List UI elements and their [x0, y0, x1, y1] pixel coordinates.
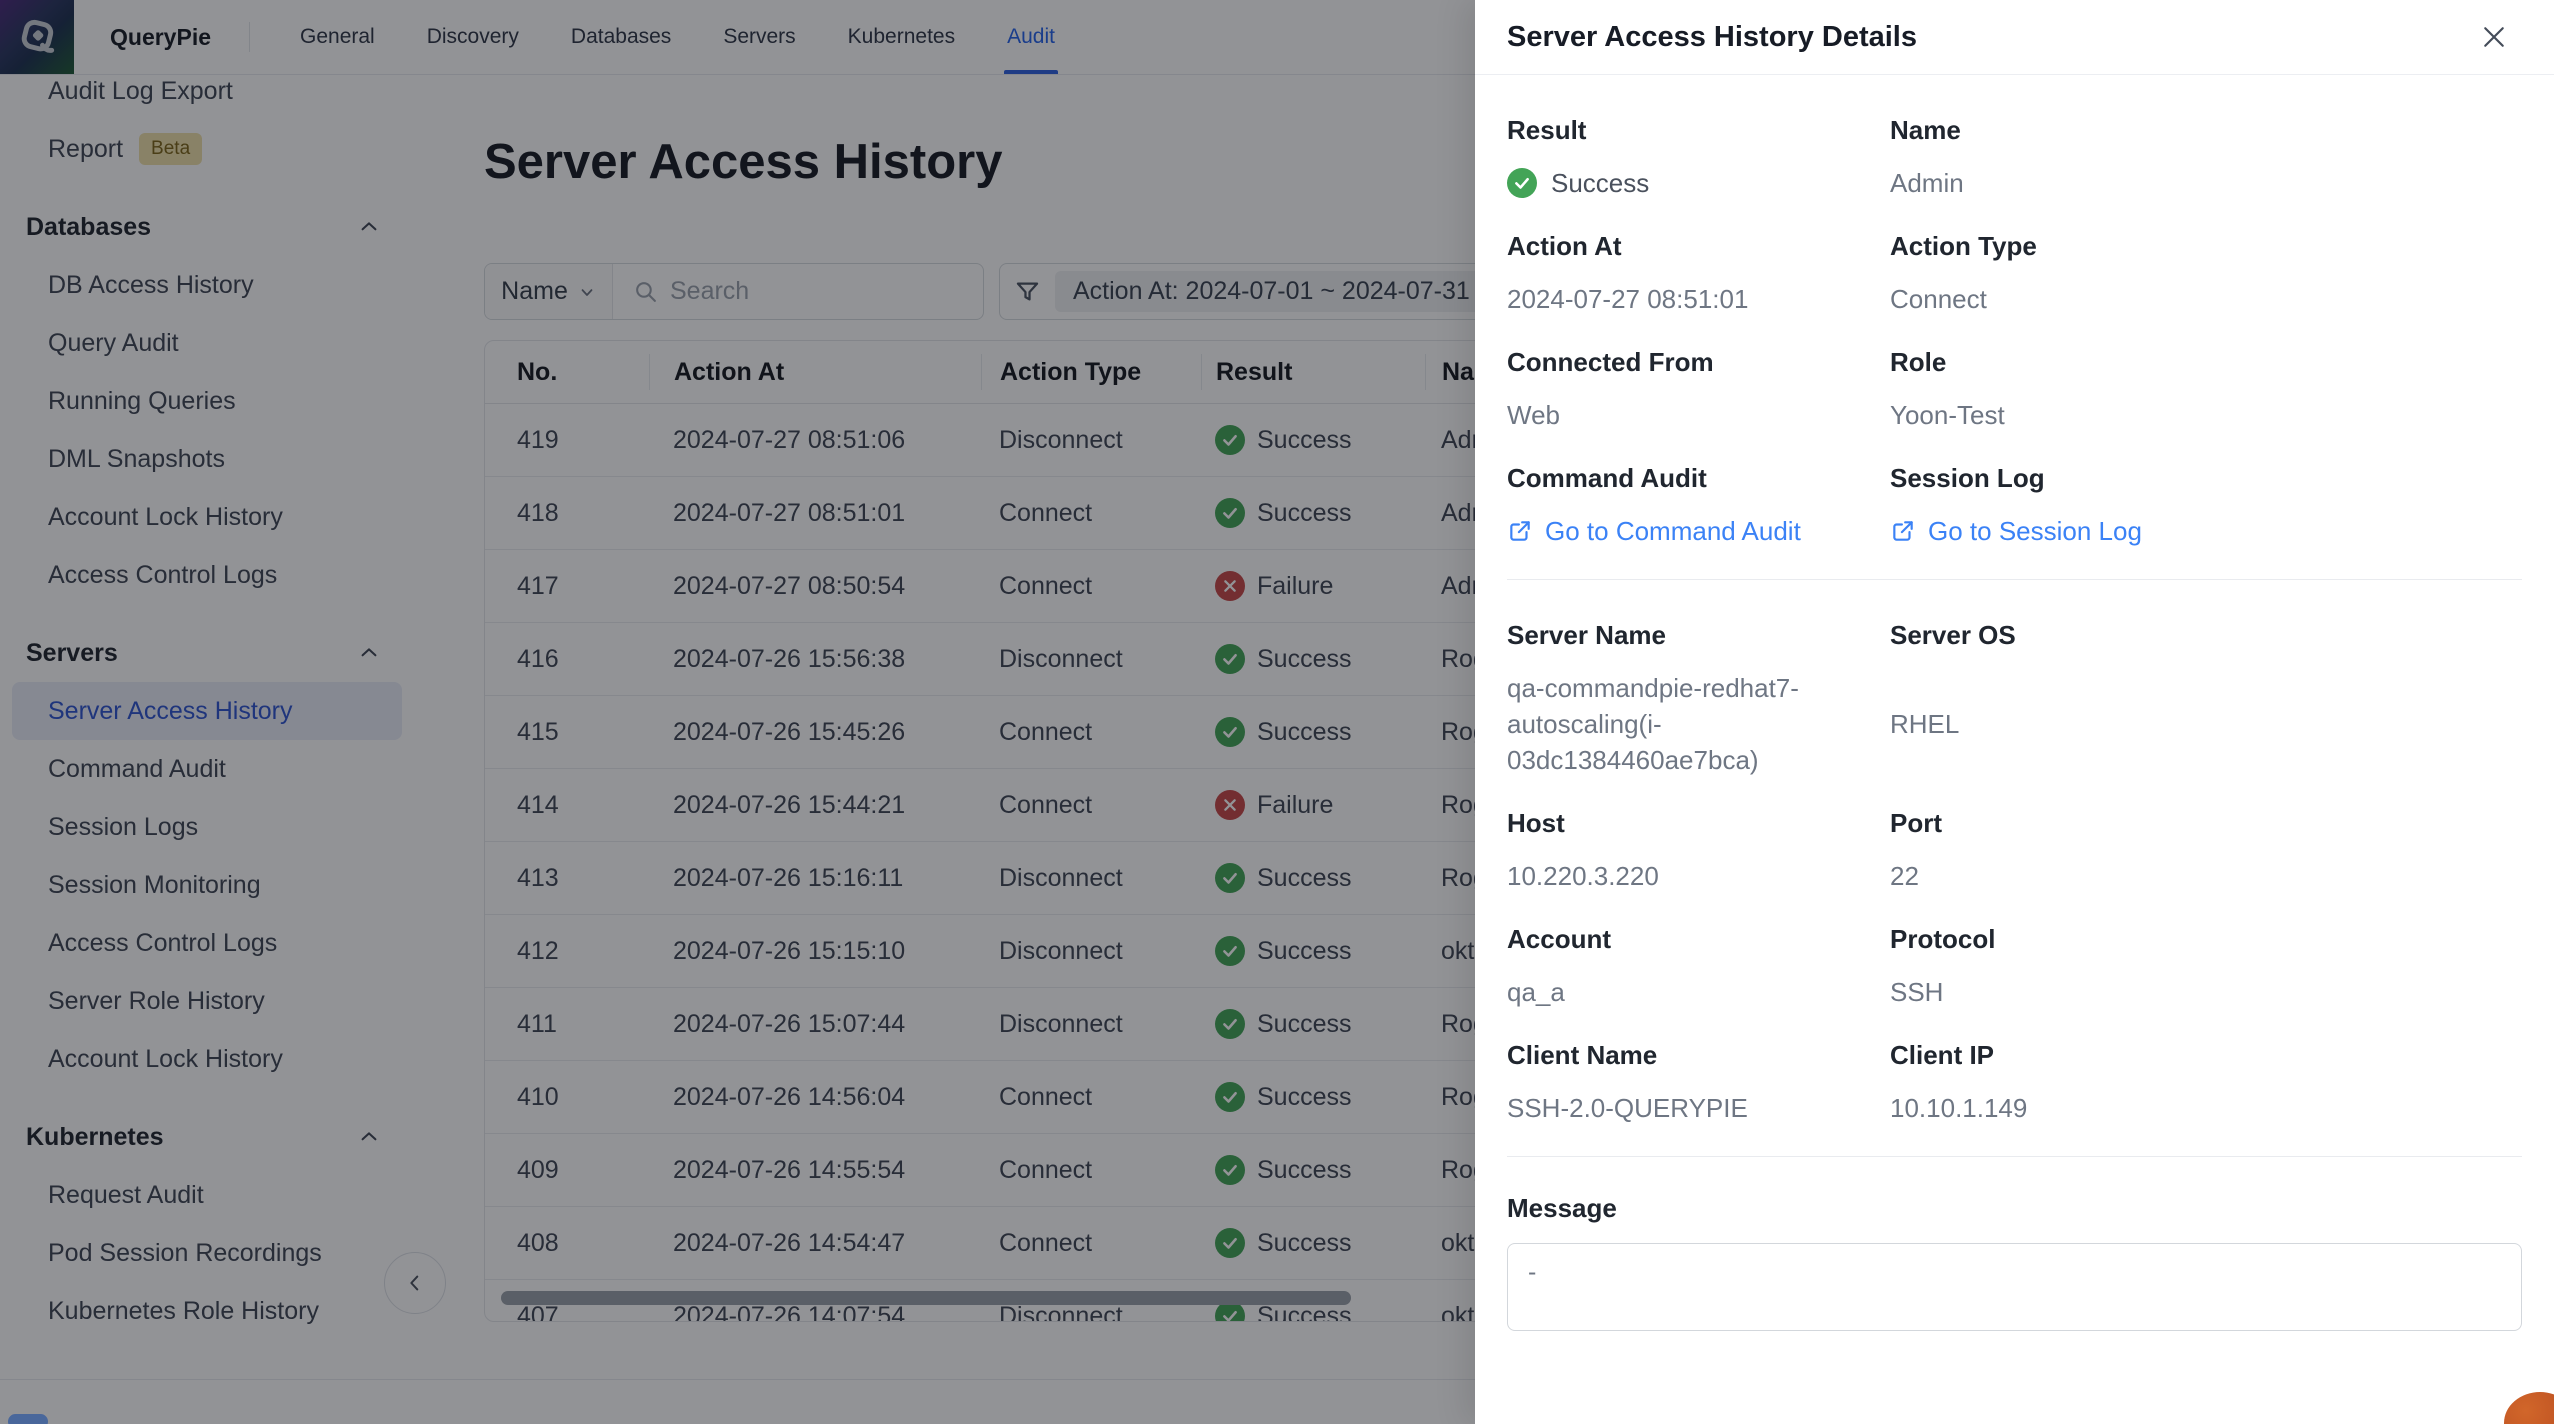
detail-field-client-name: Client Name SSH-2.0-QUERYPIE — [1507, 1040, 1890, 1126]
detail-field-label: Action At — [1507, 231, 1890, 261]
detail-field-value: 10.10.1.149 — [1890, 1090, 2522, 1126]
detail-field-label: Connected From — [1507, 347, 1890, 377]
close-icon[interactable] — [2474, 17, 2514, 57]
message-box: - — [1507, 1243, 2522, 1331]
detail-field-value: Success — [1507, 165, 1890, 201]
detail-field-value: qa-commandpie-redhat7-autoscaling(i-03dc… — [1507, 670, 1890, 778]
detail-field-label: Name — [1890, 115, 2522, 145]
detail-field-value: Yoon-Test — [1890, 397, 2522, 433]
detail-field-row: Client Name SSH-2.0-QUERYPIE Client IP 1… — [1507, 1040, 2522, 1126]
detail-field-port: Port 22 — [1890, 808, 2522, 894]
detail-field-value: SSH — [1890, 974, 2522, 1010]
detail-field-name: Name Admin — [1890, 115, 2522, 201]
detail-field-label: Session Log — [1890, 463, 2522, 493]
detail-field-connected-from: Connected From Web — [1507, 347, 1890, 433]
detail-field-account: Account qa_a — [1507, 924, 1890, 1010]
detail-field-label: Server OS — [1890, 620, 2522, 650]
detail-field-label: Port — [1890, 808, 2522, 838]
detail-field-value: 2024-07-27 08:51:01 — [1507, 281, 1890, 317]
external-link-icon — [1507, 518, 1533, 544]
detail-field-row: Server Name qa-commandpie-redhat7-autosc… — [1507, 620, 2522, 778]
detail-field-result: Result Success — [1507, 115, 1890, 201]
external-link-icon — [1890, 518, 1916, 544]
detail-field-value: Connect — [1890, 281, 2522, 317]
detail-field-server-os: Server OS RHEL — [1890, 620, 2522, 778]
detail-field-label: Result — [1507, 115, 1890, 145]
details-drawer: Server Access History Details Result Suc… — [1475, 0, 2554, 1424]
detail-field-value: RHEL — [1890, 706, 2522, 742]
detail-field-value: Web — [1507, 397, 1890, 433]
detail-field-command-audit: Command Audit Go to Command Audit — [1507, 463, 1890, 549]
drawer-title: Server Access History Details — [1507, 21, 1917, 54]
detail-field-label: Protocol — [1890, 924, 2522, 954]
message-label: Message — [1507, 1193, 2522, 1223]
detail-field-label: Account — [1507, 924, 1890, 954]
detail-field-label: Role — [1890, 347, 2522, 377]
detail-link[interactable]: Go to Command Audit — [1507, 513, 1820, 549]
section-divider — [1507, 1156, 2522, 1157]
detail-field-label: Action Type — [1890, 231, 2522, 261]
detail-field-row: Result Success Name Admin — [1507, 115, 2522, 201]
detail-field-action-type: Action Type Connect — [1890, 231, 2522, 317]
section-divider — [1507, 579, 2522, 580]
detail-field-protocol: Protocol SSH — [1890, 924, 2522, 1010]
detail-link[interactable]: Go to Session Log — [1890, 513, 2452, 549]
detail-field-row: Command Audit Go to Command Audit Sessio… — [1507, 463, 2522, 549]
detail-field-value: Go to Command Audit — [1507, 513, 1890, 549]
detail-field-session-log: Session Log Go to Session Log — [1890, 463, 2522, 549]
detail-field-label: Server Name — [1507, 620, 1890, 650]
app-window: QueryPie General Discovery Databases Ser… — [0, 0, 2554, 1424]
detail-field-action-at: Action At 2024-07-27 08:51:01 — [1507, 231, 1890, 317]
detail-field-client-ip: Client IP 10.10.1.149 — [1890, 1040, 2522, 1126]
detail-field-server-name: Server Name qa-commandpie-redhat7-autosc… — [1507, 620, 1890, 778]
drawer-body: Result Success Name Admin Acti — [1475, 115, 2554, 1331]
detail-field-row: Account qa_a Protocol SSH — [1507, 924, 2522, 1010]
detail-field-label: Client IP — [1890, 1040, 2522, 1070]
detail-field-label: Client Name — [1507, 1040, 1890, 1070]
detail-field-host: Host 10.220.3.220 — [1507, 808, 1890, 894]
detail-field-row: Connected From Web Role Yoon-Test — [1507, 347, 2522, 433]
detail-server-fields: Server Name qa-commandpie-redhat7-autosc… — [1507, 620, 2522, 1126]
detail-field-role: Role Yoon-Test — [1890, 347, 2522, 433]
detail-field-label: Host — [1507, 808, 1890, 838]
detail-field-value: 22 — [1890, 858, 2522, 894]
check-icon — [1507, 168, 1537, 198]
detail-field-value: 10.220.3.220 — [1507, 858, 1890, 894]
detail-field-value: Admin — [1890, 165, 2522, 201]
detail-field-value: Go to Session Log — [1890, 513, 2522, 549]
detail-field-value: qa_a — [1507, 974, 1890, 1010]
desktop-dock-sliver-left — [8, 1414, 48, 1424]
detail-field-label: Command Audit — [1507, 463, 1890, 493]
detail-field-row: Host 10.220.3.220 Port 22 — [1507, 808, 2522, 894]
detail-primary-fields: Result Success Name Admin Acti — [1507, 115, 2522, 549]
drawer-header: Server Access History Details — [1475, 0, 2554, 75]
detail-field-row: Action At 2024-07-27 08:51:01 Action Typ… — [1507, 231, 2522, 317]
detail-field-value: SSH-2.0-QUERYPIE — [1507, 1090, 1890, 1126]
